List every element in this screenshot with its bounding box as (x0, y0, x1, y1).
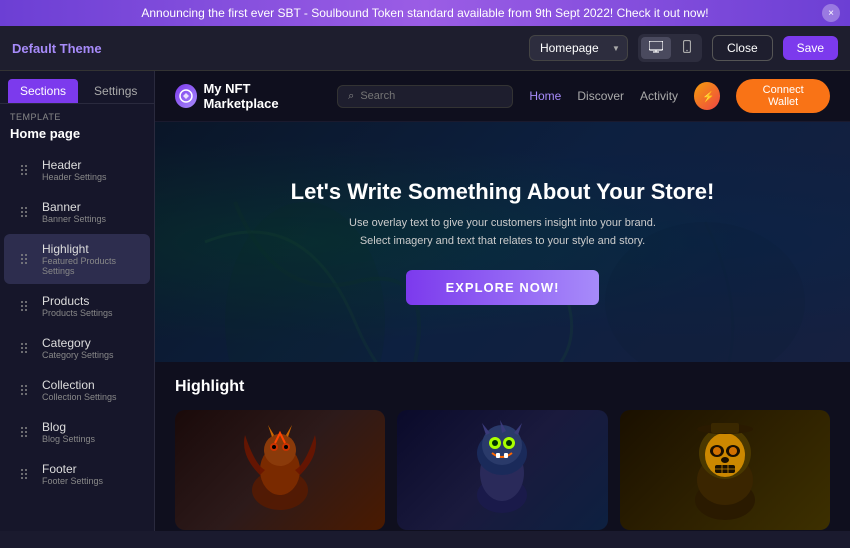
sidebar-item-header[interactable]: Header Header Settings (4, 150, 150, 190)
announcement-close-button[interactable]: × (822, 4, 840, 22)
nft-nav-links: Home Discover Activity (529, 89, 678, 103)
nft-card-dragon[interactable] (175, 410, 385, 530)
drag-icon-collection (14, 380, 34, 400)
search-icon: ⌕ (348, 90, 354, 103)
nft-logo-wrap: My NFT Marketplace (175, 81, 321, 111)
desktop-view-button[interactable] (641, 37, 671, 59)
sidebar-item-products-name: Products (42, 294, 113, 308)
sidebar-item-highlight-sub: Featured Products Settings (42, 256, 140, 276)
sidebar-item-collection[interactable]: Collection Collection Settings (4, 370, 150, 410)
main-layout: Sections Settings TEMPLATE Home page Hea… (0, 71, 850, 531)
announcement-text: Announcing the first ever SBT - Soulboun… (141, 6, 708, 20)
sidebar-item-collection-sub: Collection Settings (42, 392, 117, 402)
hero-content: Let's Write Something About Your Store! … (291, 179, 715, 305)
drag-icon-products (14, 296, 34, 316)
highlight-section: Highlight (155, 362, 850, 531)
sidebar-item-highlight-name: Highlight (42, 242, 140, 256)
close-button[interactable]: Close (712, 35, 773, 61)
card-art-dragon (175, 410, 385, 530)
sidebar-item-header-sub: Header Settings (42, 172, 107, 182)
drag-icon-category (14, 338, 34, 358)
hero-banner: Let's Write Something About Your Store! … (155, 122, 850, 362)
sidebar-item-products-sub: Products Settings (42, 308, 113, 318)
sidebar-item-banner-sub: Banner Settings (42, 214, 106, 224)
sidebar-tabs: Sections Settings (0, 71, 154, 104)
hero-title: Let's Write Something About Your Store! (291, 179, 715, 205)
sidebar-item-category-sub: Category Settings (42, 350, 114, 360)
nft-nav: My NFT Marketplace ⌕ Home Discover Activ… (155, 71, 850, 122)
page-selector[interactable]: Homepage Products Category Blog (529, 35, 628, 61)
view-toggles (638, 34, 702, 62)
nft-card-skull[interactable] (620, 410, 830, 530)
sidebar-item-banner-name: Banner (42, 200, 106, 214)
editor-toolbar: Default Theme Homepage Products Category… (0, 26, 850, 71)
nav-link-home[interactable]: Home (529, 89, 561, 103)
search-input[interactable] (360, 90, 502, 102)
avatar[interactable]: ⚡ (694, 82, 720, 110)
template-title: Home page (0, 124, 154, 149)
preview-area: My NFT Marketplace ⌕ Home Discover Activ… (155, 71, 850, 531)
theme-title: Default Theme (12, 41, 102, 56)
nft-card-monster[interactable] (397, 410, 607, 530)
nft-logo-icon (175, 84, 197, 108)
nft-search[interactable]: ⌕ (337, 85, 513, 108)
drag-icon-footer (14, 464, 34, 484)
explore-now-button[interactable]: EXPLORE NOW! (406, 270, 600, 305)
hero-subtitle: Use overlay text to give your customers … (291, 215, 715, 250)
sidebar-item-products[interactable]: Products Products Settings (4, 286, 150, 326)
drag-icon-blog (14, 422, 34, 442)
sidebar-item-blog-sub: Blog Settings (42, 434, 95, 444)
sidebar-item-collection-name: Collection (42, 378, 117, 392)
drag-icon-highlight (14, 249, 34, 269)
mobile-view-button[interactable] (675, 37, 699, 59)
sidebar-item-highlight[interactable]: Highlight Featured Products Settings (4, 234, 150, 284)
card-art-skull (620, 410, 830, 530)
sidebar-item-blog-name: Blog (42, 420, 95, 434)
sidebar-item-category-name: Category (42, 336, 114, 350)
sidebar-item-banner[interactable]: Banner Banner Settings (4, 192, 150, 232)
tab-settings[interactable]: Settings (82, 79, 149, 103)
card-art-monster (397, 410, 607, 530)
nav-link-discover[interactable]: Discover (577, 89, 624, 103)
sidebar-item-header-name: Header (42, 158, 107, 172)
sidebar-item-category[interactable]: Category Category Settings (4, 328, 150, 368)
sidebar-item-blog[interactable]: Blog Blog Settings (4, 412, 150, 452)
drag-icon-banner (14, 202, 34, 222)
sidebar-item-footer-sub: Footer Settings (42, 476, 103, 486)
save-button[interactable]: Save (783, 36, 838, 60)
sidebar-item-footer[interactable]: Footer Footer Settings (4, 454, 150, 494)
announcement-bar: Announcing the first ever SBT - Soulboun… (0, 0, 850, 26)
nav-link-activity[interactable]: Activity (640, 89, 678, 103)
sidebar-item-footer-name: Footer (42, 462, 103, 476)
svg-text:⚡: ⚡ (702, 90, 714, 103)
highlight-title: Highlight (175, 378, 830, 396)
page-selector-wrap: Homepage Products Category Blog (529, 35, 628, 61)
tab-sections[interactable]: Sections (8, 79, 78, 103)
sidebar: Sections Settings TEMPLATE Home page Hea… (0, 71, 155, 531)
nft-cards (175, 410, 830, 530)
template-label: TEMPLATE (0, 104, 154, 124)
connect-wallet-button[interactable]: Connect Wallet (736, 79, 830, 113)
nft-site-name: My NFT Marketplace (203, 81, 321, 111)
drag-icon-header (14, 160, 34, 180)
